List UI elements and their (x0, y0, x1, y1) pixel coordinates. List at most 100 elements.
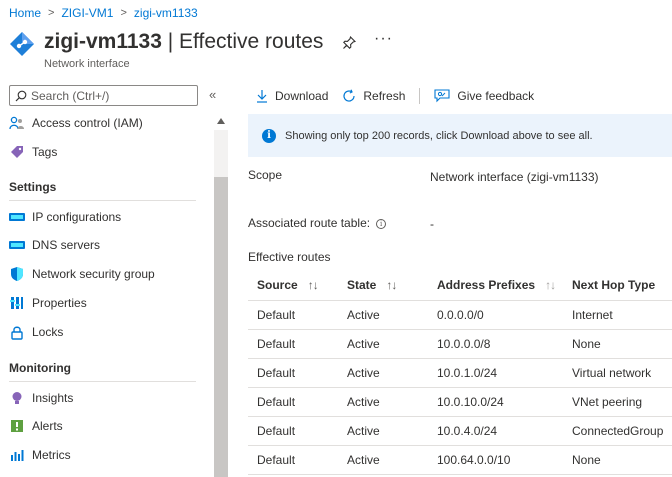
column-header-address-prefixes[interactable]: Address Prefixes ↑↓ (428, 270, 563, 301)
give-feedback-button[interactable]: Give feedback (434, 89, 534, 103)
sidebar-item-network-security-group[interactable]: Network security group (9, 263, 209, 285)
cell-next-hop-type: ConnectedGroup (563, 416, 672, 446)
feedback-label: Give feedback (457, 89, 535, 103)
divider (9, 381, 196, 382)
cell-address-prefix: 10.0.10.0/24 (428, 387, 563, 417)
table-row[interactable]: Default Active 10.0.4.0/24 ConnectedGroup (248, 416, 672, 446)
section-heading-monitoring: Monitoring (9, 361, 71, 375)
cell-source: Default (248, 387, 338, 417)
breadcrumb-nic[interactable]: zigi-vm1133 (134, 6, 198, 20)
search-placeholder: Search (Ctrl+/) (31, 88, 110, 103)
sidebar-item-label: Alerts (32, 419, 63, 433)
sidebar-item-label: IP configurations (32, 210, 122, 224)
tag-icon (9, 144, 25, 160)
sidebar-item-access-control[interactable]: Access control (IAM) (9, 112, 209, 134)
collapse-sidebar-icon[interactable]: « (209, 87, 216, 102)
chevron-right-icon: > (48, 7, 55, 19)
scope-value: Network interface (zigi-vm1133) (430, 170, 599, 184)
sidebar-item-label: Insights (32, 391, 74, 405)
cell-address-prefix: 100.64.0.0/10 (428, 445, 563, 475)
cell-source: Default (248, 329, 338, 359)
cell-state: Active (338, 387, 428, 417)
lightbulb-icon (9, 390, 25, 406)
page-header: zigi-vm1133 | Effective routes Network i… (9, 28, 672, 73)
breadcrumb-home[interactable]: Home (9, 6, 41, 20)
sidebar-item-label: Metrics (32, 448, 71, 462)
alert-icon (9, 418, 25, 434)
column-header-label: State (347, 277, 377, 292)
cell-address-prefix: 10.0.4.0/24 (428, 416, 563, 446)
scrollbar-thumb[interactable] (214, 177, 228, 477)
column-header-label: Next Hop Type (572, 277, 656, 292)
download-button[interactable]: Download (256, 89, 328, 103)
sort-icon[interactable]: ↑↓ (308, 278, 319, 292)
sidebar-item-label: Network security group (32, 267, 155, 281)
main-content: Download Refresh Give feedback i Showing… (240, 82, 672, 477)
table-row[interactable]: Default Active 100.64.0.0/10 None (248, 445, 672, 475)
cell-state: Active (338, 445, 428, 475)
refresh-icon (343, 89, 355, 102)
sidebar-item-dns-servers[interactable]: DNS servers (9, 234, 209, 256)
cell-source: Default (248, 416, 338, 446)
pin-icon[interactable] (342, 36, 356, 50)
page-title: zigi-vm1133 | Effective routes (44, 30, 323, 54)
sidebar-item-alerts[interactable]: Alerts (9, 415, 209, 437)
route-table-value: - (430, 217, 434, 231)
sidebar-item-label: Access control (IAM) (32, 116, 143, 130)
route-table-label-text: Associated route table: (248, 216, 371, 230)
cell-state: Active (338, 358, 428, 388)
feedback-icon (434, 89, 450, 103)
sort-icon[interactable]: ↑↓ (386, 278, 397, 292)
sidebar-item-insights[interactable]: Insights (9, 387, 209, 409)
blade-name: | Effective routes (161, 30, 324, 53)
sidebar-item-locks[interactable]: Locks (9, 321, 209, 343)
search-icon (15, 90, 27, 101)
column-header-source[interactable]: Source ↑↓ (248, 270, 338, 301)
table-row[interactable]: Default Active 10.0.0.0/8 None (248, 329, 672, 359)
effective-routes-heading: Effective routes (248, 250, 331, 264)
sidebar-item-label: Locks (32, 325, 64, 339)
chevron-right-icon: > (120, 7, 127, 19)
sidebar-item-label: DNS servers (32, 238, 101, 252)
sidebar-item-ip-configurations[interactable]: IP configurations (9, 206, 209, 228)
table-header-row: Source ↑↓ State ↑↓ Address Prefixes ↑↓ Next… (248, 270, 672, 301)
table-row[interactable]: Default Active 0.0.0.0/0 Internet (248, 300, 672, 330)
cell-source: Default (248, 445, 338, 475)
scroll-up-icon[interactable] (216, 117, 226, 125)
ip-config-icon (9, 209, 25, 225)
sidebar-item-metrics[interactable]: Metrics (9, 444, 209, 466)
column-header-next-hop-type[interactable]: Next Hop Type (563, 270, 672, 301)
sidebar-item-tags[interactable]: Tags (9, 141, 209, 163)
dns-icon (9, 237, 25, 253)
cell-address-prefix: 10.0.1.0/24 (428, 358, 563, 388)
column-header-state[interactable]: State ↑↓ (338, 270, 428, 301)
refresh-button[interactable]: Refresh (342, 89, 405, 103)
cell-source: Default (248, 300, 338, 330)
search-input[interactable]: Search (Ctrl+/) (9, 85, 198, 106)
breadcrumb-vm[interactable]: ZIGI-VM1 (61, 6, 113, 20)
info-icon[interactable]: i (376, 218, 387, 229)
sidebar-item-label: Properties (32, 296, 87, 310)
cell-state: Active (338, 329, 428, 359)
table-row[interactable]: Default Active 10.0.1.0/24 Virtual network (248, 358, 672, 388)
sort-ascending-icon[interactable]: ↑↓ (545, 278, 556, 292)
more-options-icon[interactable]: ··· (374, 30, 393, 48)
cell-next-hop-type: Virtual network (563, 358, 672, 388)
metrics-icon (9, 447, 25, 463)
column-header-label: Source (257, 277, 298, 292)
cell-next-hop-type: VNet peering (563, 387, 672, 417)
people-icon (9, 115, 25, 131)
cell-address-prefix: 0.0.0.0/0 (428, 300, 563, 330)
effective-routes-table: Source ↑↓ State ↑↓ Address Prefixes ↑↓ Next… (248, 270, 672, 475)
table-row[interactable]: Default Active 10.0.10.0/24 VNet peering (248, 387, 672, 417)
cell-next-hop-type: None (563, 445, 672, 475)
section-heading-settings: Settings (9, 180, 57, 194)
sidebar-item-properties[interactable]: Properties (9, 292, 209, 314)
banner-text: Showing only top 200 records, click Down… (285, 129, 593, 142)
table-body: Default Active 0.0.0.0/0 Internet Default Act… (248, 300, 672, 475)
sidebar-item-label: Tags (32, 145, 58, 159)
resource-name: zigi-vm1133 (44, 30, 162, 53)
properties-icon (9, 295, 25, 311)
page-subtitle: Network interface (44, 58, 130, 70)
cell-address-prefix: 10.0.0.0/8 (428, 329, 563, 359)
